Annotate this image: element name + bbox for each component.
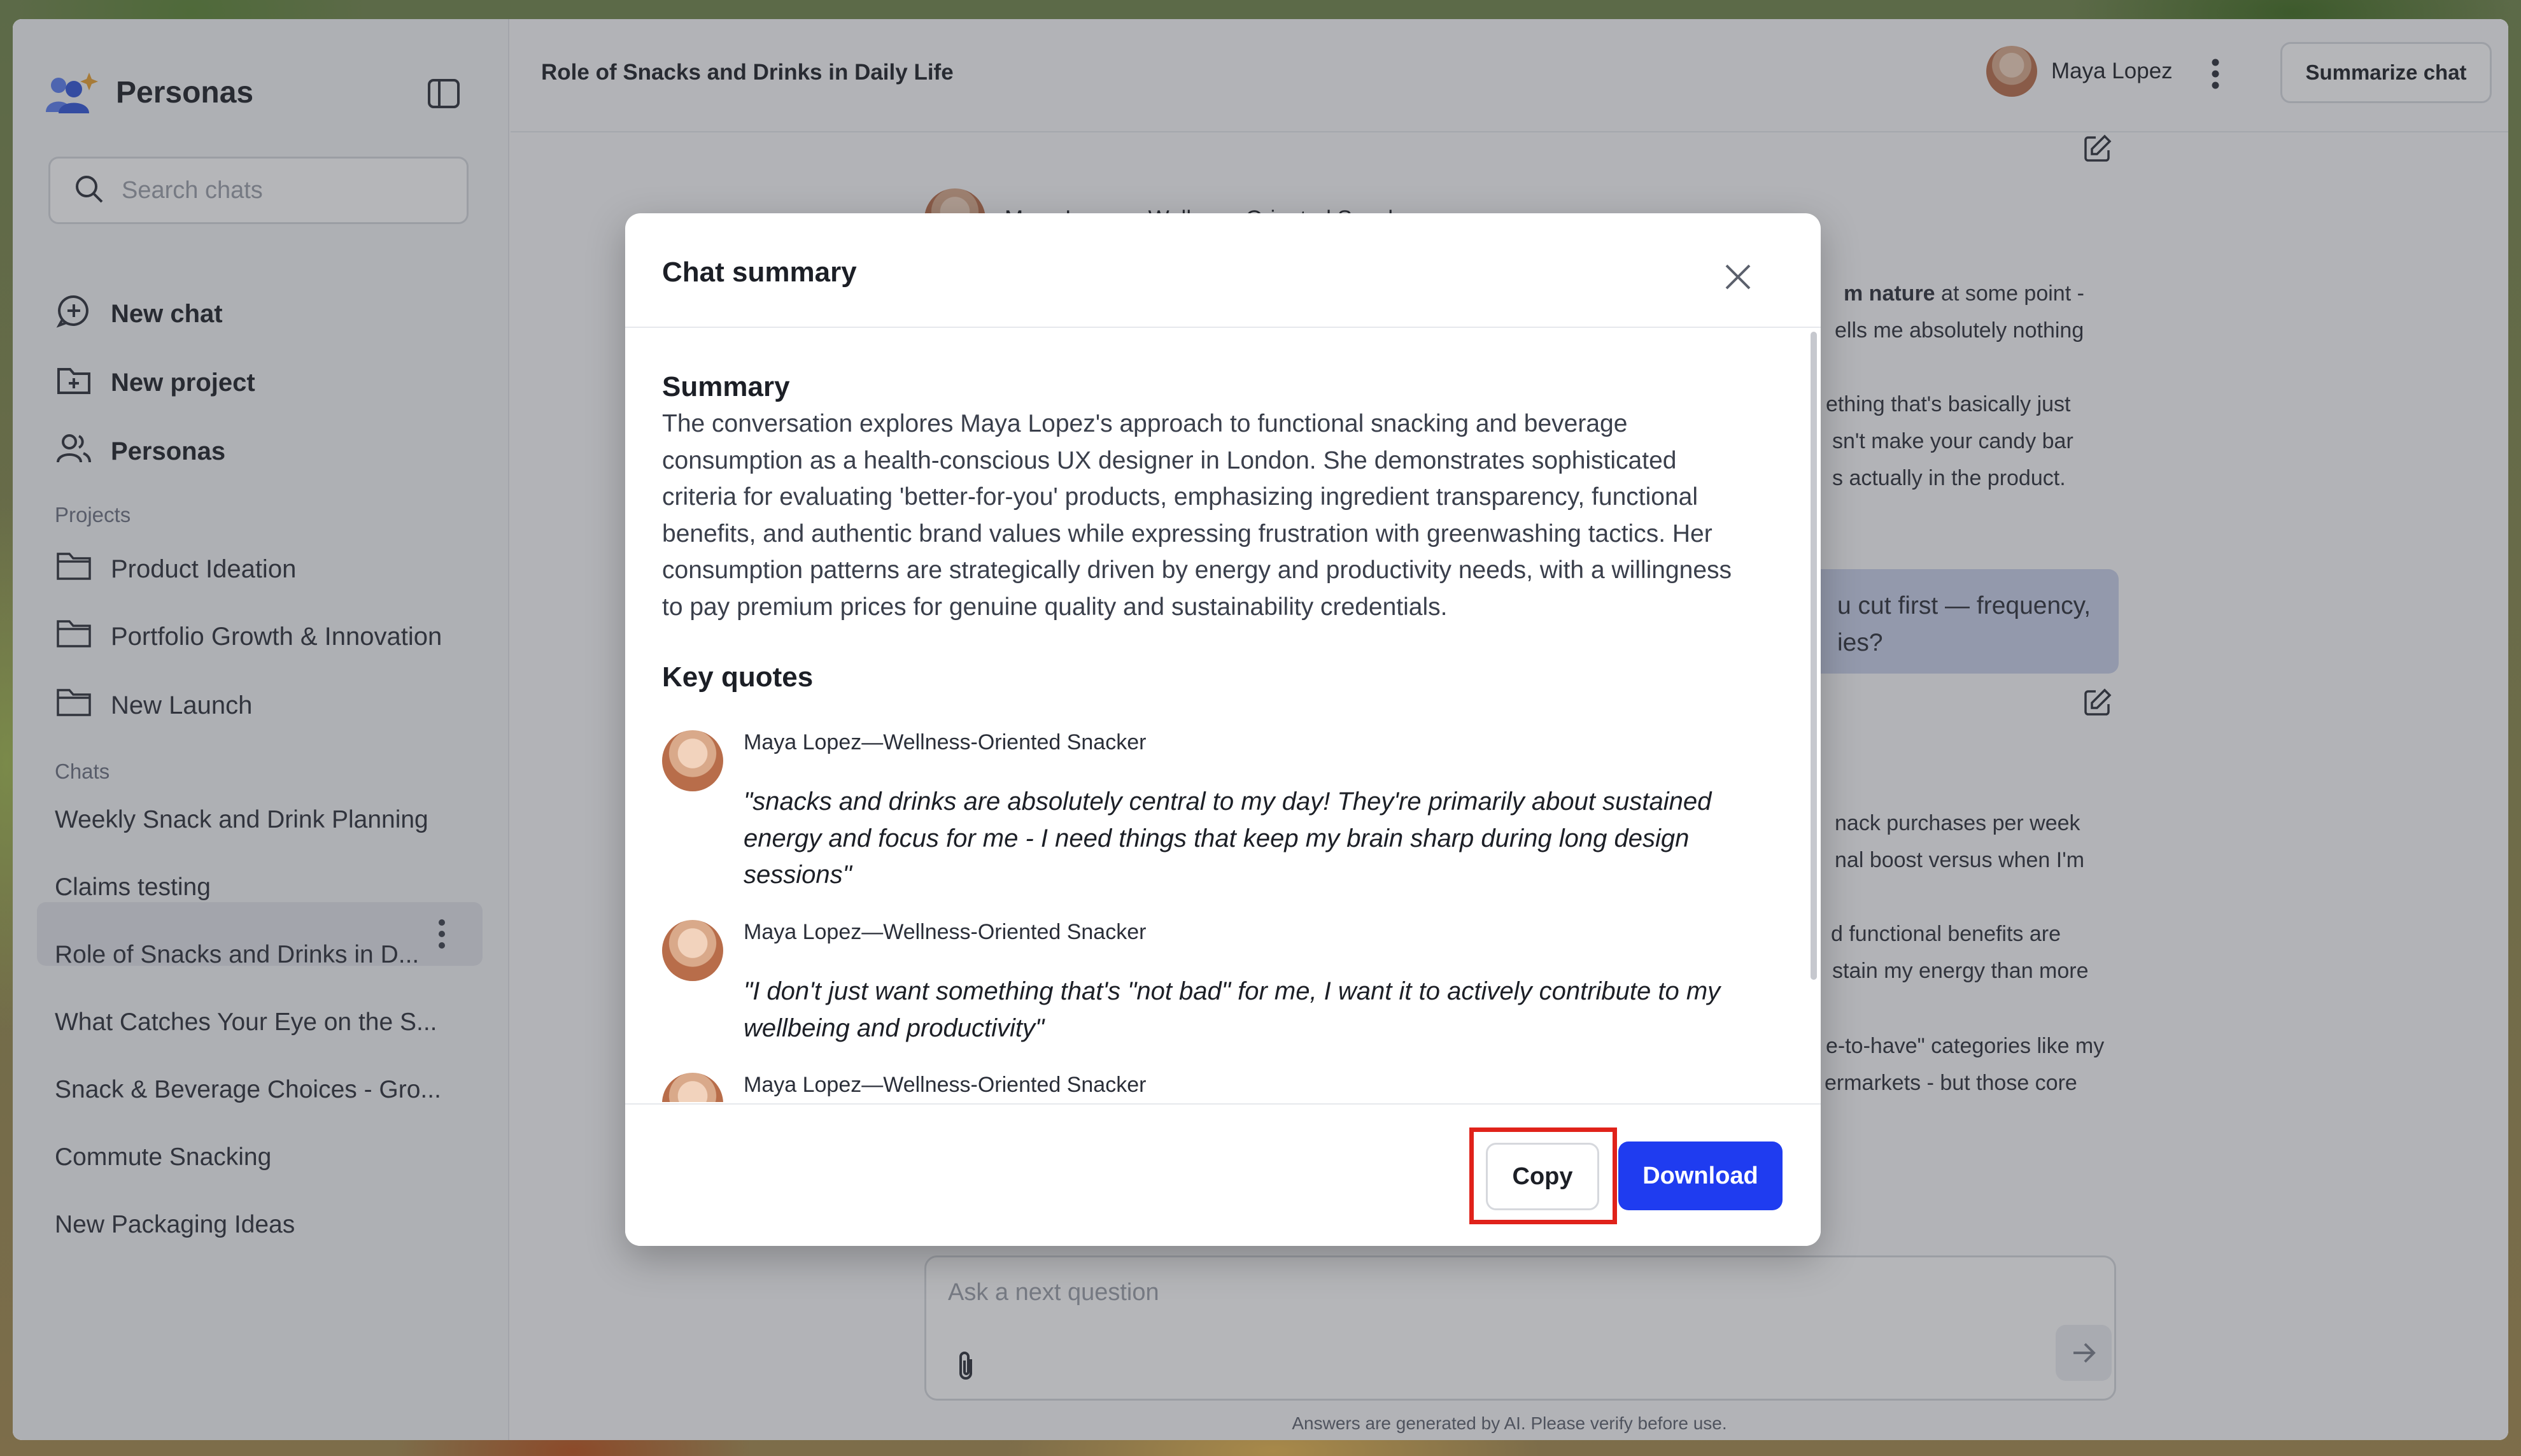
avatar	[662, 730, 723, 791]
quote-author: Maya Lopez—Wellness-Oriented Snacker	[744, 1073, 1147, 1097]
avatar	[662, 1073, 723, 1102]
quote-text: "I don't just want something that's "not…	[744, 977, 1721, 1042]
dialog-scrollbar[interactable]	[1811, 332, 1817, 980]
dialog-body: Summary The conversation explores Maya L…	[625, 329, 1821, 1102]
chat-summary-dialog: Chat summary Summary The conversation ex…	[625, 213, 1821, 1246]
dialog-title: Chat summary	[662, 257, 857, 288]
key-quotes-heading: Key quotes	[662, 661, 814, 693]
summary-text: The conversation explores Maya Lopez's a…	[662, 410, 1732, 621]
close-icon[interactable]	[1720, 259, 1756, 295]
dialog-header: Chat summary	[625, 213, 1821, 328]
quote-text: "snacks and drinks are absolutely centra…	[744, 788, 1712, 889]
dialog-footer: Copy Download	[625, 1103, 1821, 1246]
avatar	[662, 920, 723, 981]
copy-button[interactable]: Copy	[1486, 1143, 1599, 1210]
quote-author: Maya Lopez—Wellness-Oriented Snacker	[744, 920, 1147, 944]
quote-author: Maya Lopez—Wellness-Oriented Snacker	[744, 730, 1147, 754]
download-button[interactable]: Download	[1618, 1141, 1783, 1210]
summary-heading: Summary	[662, 371, 790, 402]
